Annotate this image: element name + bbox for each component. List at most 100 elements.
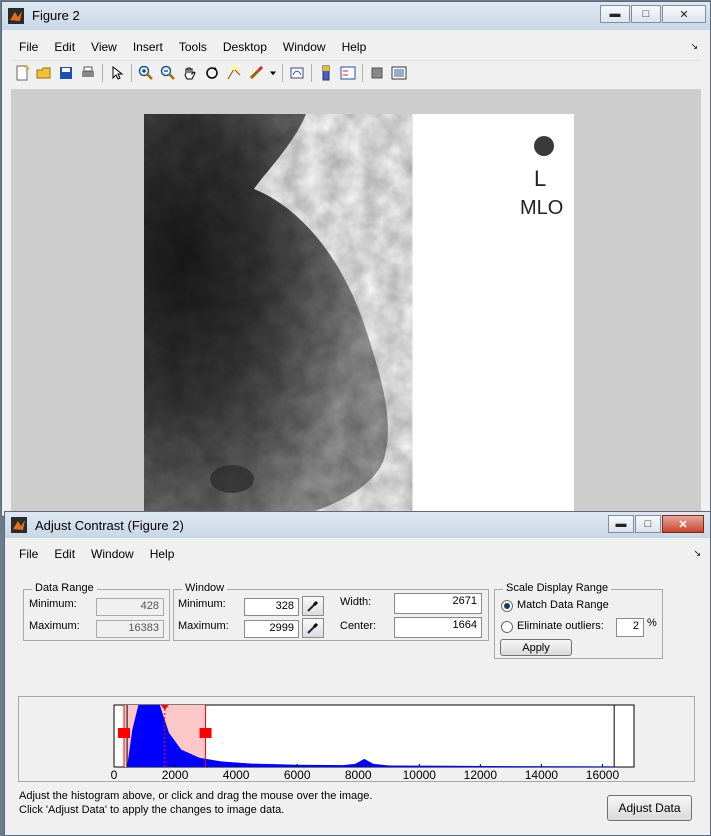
contrast-menu-help[interactable]: Help	[142, 547, 183, 561]
print-button[interactable]	[77, 63, 99, 83]
edit-plot-button[interactable]	[106, 63, 128, 83]
figure-menu-tools[interactable]: Tools	[171, 40, 215, 54]
new-figure-button[interactable]	[11, 63, 33, 83]
data-cursor-icon	[227, 66, 241, 80]
legend-button[interactable]	[337, 63, 359, 83]
contrast-titlebar[interactable]: Adjust Contrast (Figure 2) ▬ □ ✕	[5, 512, 710, 538]
scale-legend: Scale Display Range	[503, 582, 612, 594]
instruction-line-2: Click 'Adjust Data' to apply the changes…	[19, 804, 285, 816]
eyedropper-icon	[307, 622, 319, 634]
width-input[interactable]: 2671	[394, 593, 482, 614]
zoom-in-icon	[138, 65, 153, 80]
toolbar-separator	[282, 64, 283, 82]
dock-arrow-icon[interactable]: ↘	[690, 41, 698, 52]
window-min-handle[interactable]	[118, 728, 131, 738]
figure-menu-window[interactable]: Window	[275, 40, 334, 54]
side-label: L	[534, 166, 546, 191]
matlab-icon	[11, 517, 27, 533]
contrast-menu-edit[interactable]: Edit	[46, 547, 83, 561]
show-plot-tools-icon	[391, 66, 407, 80]
minimize-button[interactable]: ▬	[600, 5, 630, 23]
view-label: MLO	[520, 197, 563, 219]
link-plot-button[interactable]	[286, 63, 308, 83]
histogram-panel: 0 2000 4000 6000 8000 10000 12000 14000 16000	[18, 696, 695, 782]
outliers-percent-input[interactable]: 2	[616, 618, 644, 637]
zoom-out-icon	[160, 65, 175, 80]
x-tick-label: 0	[111, 768, 118, 781]
window-legend: Window	[182, 582, 228, 594]
toolbar-separator	[102, 64, 103, 82]
match-data-range-label[interactable]: Match Data Range	[517, 599, 609, 611]
figure-window: Figure 2 ▬ □ ✕ File Edit View Insert Tools De…	[1, 1, 711, 534]
eyedropper-max-button[interactable]	[302, 618, 324, 638]
hide-plot-tools-button[interactable]	[366, 63, 388, 83]
toolbar-separator	[131, 64, 132, 82]
data-range-legend: Data Range	[32, 582, 97, 594]
save-icon	[60, 67, 72, 79]
figure-titlebar[interactable]: Figure 2 ▬ □ ✕	[2, 2, 710, 30]
data-range-panel: Data Range Minimum: 428 Maximum: 16383	[23, 582, 170, 641]
toolbar-separator	[311, 64, 312, 82]
maximize-button[interactable]: □	[631, 5, 661, 23]
close-button[interactable]: ✕	[662, 515, 704, 533]
match-data-range-radio[interactable]	[501, 600, 513, 612]
contrast-menu-window[interactable]: Window	[83, 547, 142, 561]
dock-arrow-icon[interactable]: ↘	[693, 548, 701, 559]
data-cursor-button[interactable]	[223, 63, 245, 83]
eliminate-outliers-label[interactable]: Eliminate outliers:	[517, 620, 604, 632]
show-plot-tools-button[interactable]	[388, 63, 410, 83]
window-panel: Window Minimum: 328 Maximum: 2999 Width:…	[173, 582, 489, 641]
brush-dropdown-button[interactable]	[267, 63, 279, 83]
zoom-out-button[interactable]	[157, 63, 179, 83]
x-tick-label: 16000	[586, 768, 620, 781]
pan-icon	[184, 67, 196, 80]
x-tick-label: 10000	[403, 768, 437, 781]
x-tick-label: 14000	[525, 768, 559, 781]
center-input[interactable]: 1664	[394, 617, 482, 638]
open-file-button[interactable]	[33, 63, 55, 83]
link-plot-icon	[290, 67, 304, 79]
eyedropper-min-button[interactable]	[302, 596, 324, 616]
brush-button[interactable]	[245, 63, 267, 83]
pan-button[interactable]	[179, 63, 201, 83]
print-icon	[82, 66, 94, 77]
colorbar-icon	[322, 65, 330, 81]
maximize-button[interactable]: □	[635, 515, 661, 533]
contrast-menu-file[interactable]: File	[11, 547, 46, 561]
figure-menu-desktop[interactable]: Desktop	[215, 40, 275, 54]
adjust-data-button[interactable]: Adjust Data	[607, 795, 692, 821]
minimize-button[interactable]: ▬	[608, 515, 634, 533]
window-min-label: Minimum:	[178, 598, 226, 610]
mammogram-image[interactable]: L MLO	[144, 114, 574, 534]
window-max-handle[interactable]	[199, 728, 212, 738]
rotate-3d-button[interactable]	[201, 63, 223, 83]
data-max-field: 16383	[96, 620, 164, 638]
brush-dropdown-icon	[270, 71, 276, 76]
window-title: Figure 2	[32, 8, 80, 23]
save-button[interactable]	[55, 63, 77, 83]
adjust-contrast-window: Adjust Contrast (Figure 2) ▬ □ ✕ File Edi…	[4, 511, 711, 836]
figure-menu-view[interactable]: View	[83, 40, 125, 54]
brush-icon	[249, 65, 264, 80]
figure-canvas[interactable]: L MLO	[11, 89, 701, 534]
window-max-label: Maximum:	[178, 620, 229, 632]
figure-menu-edit[interactable]: Edit	[46, 40, 83, 54]
instruction-line-1: Adjust the histogram above, or click and…	[19, 790, 373, 802]
colorbar-button[interactable]	[315, 63, 337, 83]
apply-button[interactable]: Apply	[500, 639, 572, 656]
figure-toolbar	[11, 60, 701, 85]
x-tick-label: 12000	[464, 768, 498, 781]
figure-menu-file[interactable]: File	[11, 40, 46, 54]
eliminate-outliers-radio[interactable]	[501, 621, 513, 633]
figure-menu-insert[interactable]: Insert	[125, 40, 171, 54]
edit-plot-icon	[112, 65, 124, 80]
histogram-chart[interactable]: 0 2000 4000 6000 8000 10000 12000 14000 16000	[19, 697, 694, 781]
scale-display-range-panel: Scale Display Range Match Data Range Eli…	[494, 582, 663, 659]
window-min-input[interactable]: 328	[244, 598, 299, 616]
figure-menu-help[interactable]: Help	[334, 40, 375, 54]
close-button[interactable]: ✕	[662, 5, 706, 23]
x-tick-label: 4000	[223, 768, 250, 781]
window-title: Adjust Contrast (Figure 2)	[35, 518, 184, 533]
zoom-in-button[interactable]	[135, 63, 157, 83]
window-max-input[interactable]: 2999	[244, 620, 299, 638]
